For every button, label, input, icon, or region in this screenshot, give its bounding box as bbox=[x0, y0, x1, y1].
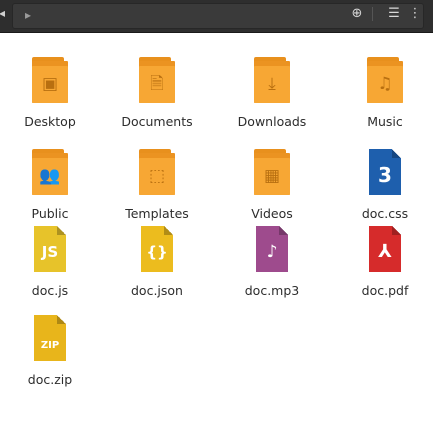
item-label: doc.js bbox=[31, 283, 69, 298]
toolbar: ◂ ▸ ⊕ ☰ ⋮ bbox=[0, 0, 433, 33]
view-options-button[interactable]: ☰ bbox=[383, 4, 405, 24]
list-view-icon: ☰ bbox=[388, 6, 400, 21]
item-label: Music bbox=[367, 114, 403, 129]
pdf-file-icon: ⅄ bbox=[367, 226, 403, 272]
kebab-menu-icon: ⋮ bbox=[408, 6, 422, 21]
music-note-icon: ♫ bbox=[367, 57, 403, 103]
css-file-icon: 3 bbox=[367, 149, 403, 195]
file-doc-json[interactable]: {} doc.json bbox=[107, 226, 207, 316]
item-label: doc.zip bbox=[27, 372, 73, 387]
folder-music[interactable]: ♫ Music bbox=[335, 57, 433, 147]
toolbar-separator bbox=[372, 7, 373, 21]
item-label: Desktop bbox=[24, 114, 76, 129]
item-label: Documents bbox=[121, 114, 193, 129]
folder-downloads[interactable]: ⤓ Downloads bbox=[222, 57, 322, 147]
menu-button[interactable]: ⋮ bbox=[408, 4, 422, 24]
desktop-icon: ▣ bbox=[32, 57, 68, 103]
item-label: Public bbox=[31, 206, 69, 221]
location-button[interactable]: ⊕ bbox=[346, 4, 368, 24]
item-label: doc.json bbox=[131, 283, 183, 298]
folder-desktop[interactable]: ▣ Desktop bbox=[0, 57, 100, 147]
file-manager-window: ◂ ▸ ⊕ ☰ ⋮ ▣ Desktop 🗎 Documents ⤓ Downlo… bbox=[0, 0, 433, 433]
file-doc-mp3[interactable]: ♪ doc.mp3 bbox=[222, 226, 322, 316]
item-label: Videos bbox=[251, 206, 293, 221]
film-icon: ▦ bbox=[254, 149, 290, 195]
zip-file-icon: ZIP bbox=[32, 315, 68, 361]
audio-file-icon: ♪ bbox=[254, 226, 290, 272]
file-doc-zip[interactable]: ZIP doc.zip bbox=[0, 315, 100, 405]
file-doc-pdf[interactable]: ⅄ doc.pdf bbox=[335, 226, 433, 316]
item-label: Downloads bbox=[237, 114, 307, 129]
item-label: doc.pdf bbox=[361, 283, 409, 298]
template-icon: ⬚ bbox=[139, 149, 175, 195]
crosshair-icon: ⊕ bbox=[351, 6, 363, 21]
item-label: doc.css bbox=[361, 206, 409, 221]
file-doc-js[interactable]: JS doc.js bbox=[0, 226, 100, 316]
chevron-left-icon: ◂ bbox=[0, 6, 6, 20]
js-file-icon: JS bbox=[32, 226, 68, 272]
download-icon: ⤓ bbox=[254, 57, 290, 103]
people-icon: 👥 bbox=[32, 149, 68, 195]
item-label: Templates bbox=[125, 206, 189, 221]
document-icon: 🗎 bbox=[139, 57, 175, 103]
item-label: doc.mp3 bbox=[244, 283, 300, 298]
json-file-icon: {} bbox=[139, 226, 175, 272]
chevron-right-icon[interactable]: ▸ bbox=[25, 8, 31, 22]
back-button[interactable]: ◂ bbox=[0, 0, 6, 32]
folder-documents[interactable]: 🗎 Documents bbox=[107, 57, 207, 147]
